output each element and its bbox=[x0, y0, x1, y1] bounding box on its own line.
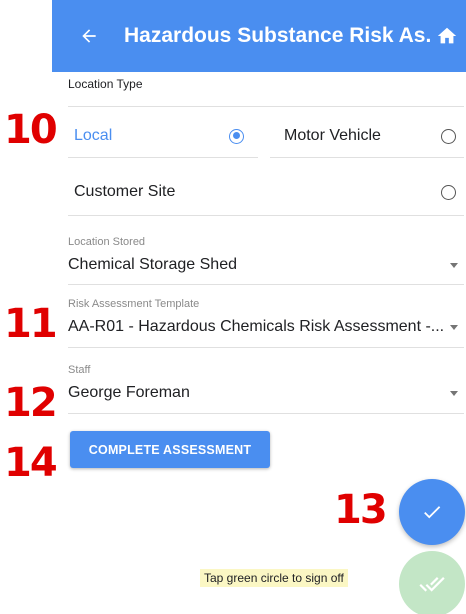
double-check-icon bbox=[419, 577, 445, 592]
check-icon bbox=[424, 506, 441, 519]
home-icon bbox=[437, 27, 457, 44]
divider bbox=[68, 284, 464, 285]
step-annotation-12: 12 bbox=[4, 380, 58, 426]
save-fab-button[interactable] bbox=[399, 479, 465, 545]
radio-selected-icon bbox=[229, 128, 244, 144]
radio-option-customer-site[interactable]: Customer Site bbox=[74, 180, 456, 204]
staff-value: George Foreman bbox=[68, 384, 190, 401]
radio-label: Motor Vehicle bbox=[284, 127, 381, 144]
location-stored-dropdown[interactable]: Location Stored Chemical Storage Shed bbox=[68, 236, 464, 274]
location-stored-label: Location Stored bbox=[68, 236, 146, 248]
divider bbox=[68, 157, 258, 158]
home-button[interactable] bbox=[432, 21, 462, 51]
divider bbox=[68, 106, 464, 107]
location-type-label: Location Type bbox=[68, 77, 143, 91]
risk-template-dropdown[interactable]: Risk Assessment Template AA-R01 - Hazard… bbox=[68, 298, 464, 336]
arrow-left-icon bbox=[82, 29, 96, 43]
chevron-down-icon bbox=[450, 262, 458, 268]
location-stored-value: Chemical Storage Shed bbox=[68, 256, 237, 273]
risk-template-value: AA-R01 - Hazardous Chemicals Risk Assess… bbox=[68, 318, 445, 335]
step-annotation-14: 14 bbox=[4, 440, 58, 486]
page-title: Hazardous Substance Risk As... bbox=[124, 24, 432, 47]
risk-template-label: Risk Assessment Template bbox=[68, 298, 200, 310]
radio-label: Customer Site bbox=[74, 183, 176, 200]
radio-unselected-icon bbox=[441, 184, 456, 200]
radio-unselected-icon bbox=[441, 128, 456, 144]
back-button[interactable] bbox=[74, 21, 104, 51]
app-bar: Hazardous Substance Risk As... bbox=[52, 0, 466, 72]
staff-dropdown[interactable]: Staff George Foreman bbox=[68, 364, 464, 402]
radio-label: Local bbox=[74, 127, 113, 144]
sign-off-fab-button[interactable] bbox=[399, 551, 465, 614]
sign-off-hint: Tap green circle to sign off bbox=[200, 569, 348, 587]
divider bbox=[68, 347, 464, 348]
chevron-down-icon bbox=[450, 324, 458, 330]
radio-option-motor-vehicle[interactable]: Motor Vehicle bbox=[284, 124, 456, 148]
staff-label: Staff bbox=[68, 364, 91, 376]
complete-assessment-button[interactable]: COMPLETE ASSESSMENT bbox=[70, 431, 270, 468]
divider bbox=[68, 215, 464, 216]
divider bbox=[68, 413, 464, 414]
radio-option-local[interactable]: Local bbox=[74, 124, 244, 148]
step-annotation-13: 13 bbox=[334, 487, 388, 533]
divider bbox=[270, 157, 464, 158]
step-annotation-10: 10 bbox=[4, 107, 58, 153]
step-annotation-11: 11 bbox=[4, 301, 58, 347]
chevron-down-icon bbox=[450, 390, 458, 396]
